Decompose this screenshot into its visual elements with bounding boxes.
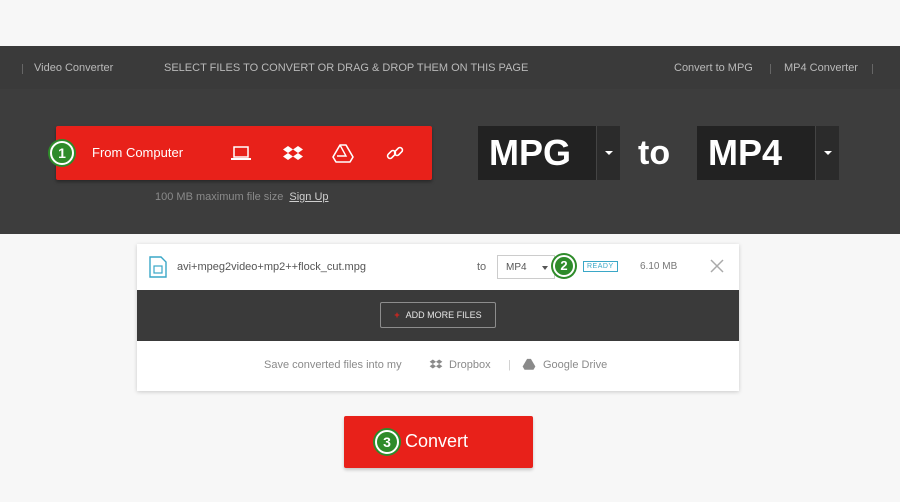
save-to-dropbox-link[interactable]: Dropbox xyxy=(449,359,491,371)
close-icon[interactable] xyxy=(709,258,725,274)
chevron-down-icon[interactable] xyxy=(596,126,620,180)
status-badge: READY xyxy=(583,261,618,272)
save-to-google-drive-link[interactable]: Google Drive xyxy=(543,359,607,371)
upload-from-computer-button[interactable]: 1 From Computer xyxy=(50,126,432,180)
nav-link-convert-to-mpg[interactable]: Convert to MPG xyxy=(674,62,753,74)
file-size-limit-text: 100 MB maximum file size xyxy=(155,191,284,203)
nav-divider xyxy=(770,64,771,74)
source-format-select[interactable]: MPG xyxy=(478,126,620,180)
file-target-format-select[interactable]: MP4 xyxy=(497,255,555,279)
file-to-label: to xyxy=(477,261,487,273)
add-more-files-button[interactable]: + ADD MORE FILES xyxy=(380,302,496,328)
file-target-format-value: MP4 xyxy=(506,262,527,273)
source-format-value: MPG xyxy=(489,132,572,173)
save-label: Save converted files into my xyxy=(264,359,402,371)
file-size: 6.10 MB xyxy=(640,261,678,272)
dropbox-icon[interactable] xyxy=(282,142,304,164)
hero-section: 1 From Computer 100 MB maximum file size… xyxy=(0,89,900,234)
sign-up-link[interactable]: Sign Up xyxy=(289,191,328,203)
save-divider: | xyxy=(508,359,511,371)
video-file-icon xyxy=(149,256,167,278)
chevron-down-icon xyxy=(542,266,548,270)
convert-label: Convert xyxy=(405,431,469,451)
upload-label: From Computer xyxy=(92,145,184,160)
step-badge-1: 1 xyxy=(50,141,74,165)
nav-divider xyxy=(22,64,23,74)
file-size-limit: 100 MB maximum file size Sign Up xyxy=(155,191,329,203)
save-to-cloud-row: Save converted files into my Dropbox | G… xyxy=(137,341,739,391)
file-row: avi+mpeg2video+mp2++flock_cut.mpg to MP4… xyxy=(137,244,739,290)
step-badge-2: 2 xyxy=(553,255,575,277)
chevron-down-icon[interactable] xyxy=(815,126,839,180)
file-name: avi+mpeg2video+mp2++flock_cut.mpg xyxy=(177,261,366,273)
file-list-card: avi+mpeg2video+mp2++flock_cut.mpg to MP4… xyxy=(137,244,739,391)
dropbox-icon xyxy=(429,359,443,369)
nav-divider xyxy=(872,64,873,74)
google-drive-icon[interactable] xyxy=(332,142,354,164)
plus-icon: + xyxy=(394,310,400,320)
logo-link[interactable]: Video Converter xyxy=(34,62,113,74)
target-format-select[interactable]: MP4 xyxy=(697,126,839,180)
to-separator: to xyxy=(638,134,671,172)
add-files-bar: + ADD MORE FILES xyxy=(137,290,739,341)
add-more-files-label: ADD MORE FILES xyxy=(405,310,482,320)
laptop-icon[interactable] xyxy=(230,142,252,164)
google-drive-icon xyxy=(522,358,536,370)
convert-button[interactable]: 3 Convert xyxy=(344,416,533,468)
top-nav-bar: Video Converter SELECT FILES TO CONVERT … xyxy=(0,46,900,89)
step-badge-3: 3 xyxy=(375,430,399,454)
target-format-value: MP4 xyxy=(708,132,783,173)
nav-link-mp4-converter[interactable]: MP4 Converter xyxy=(784,62,858,74)
drag-drop-instruction: SELECT FILES TO CONVERT OR DRAG & DROP T… xyxy=(164,62,529,74)
link-icon[interactable] xyxy=(384,142,406,164)
